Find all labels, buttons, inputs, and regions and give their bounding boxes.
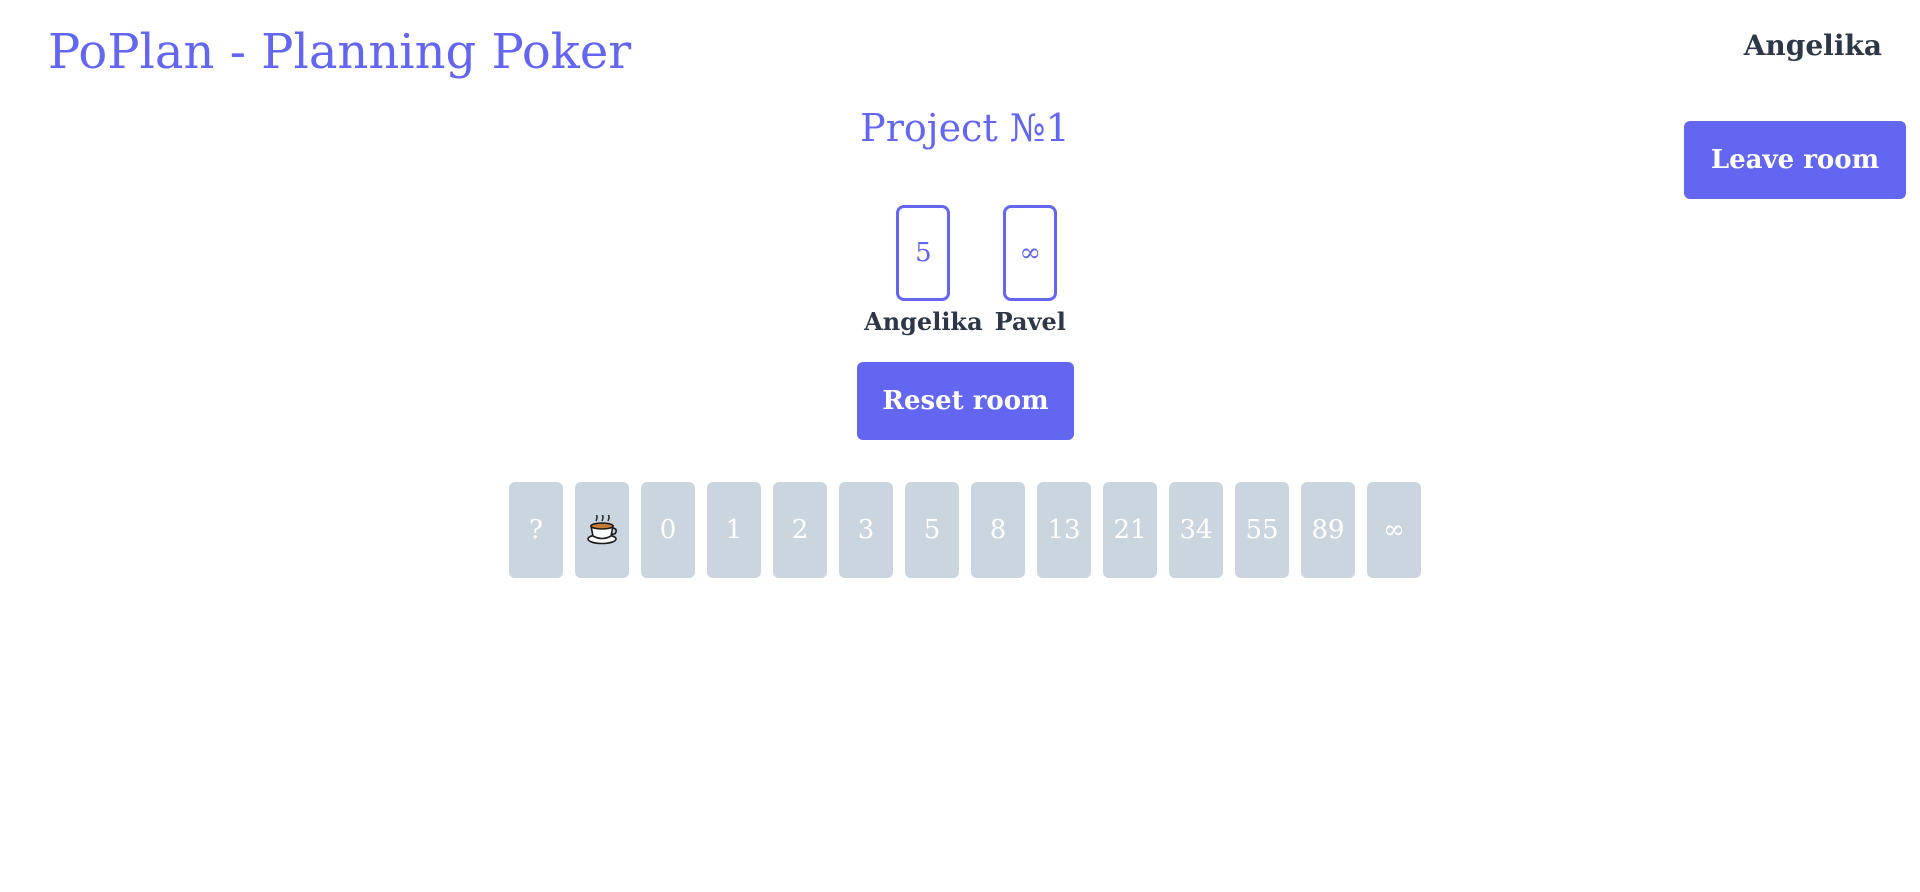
deck-card-infinity[interactable]: ∞ [1367,482,1421,578]
player-vote-card: 5 [896,205,951,301]
players-table: 5 Angelika ∞ Pavel [0,205,1920,337]
page: PoPlan - Planning Poker Angelika Leave r… [0,0,1920,892]
player-angelika: 5 Angelika [864,205,983,337]
deck-card-0[interactable]: 0 [641,482,695,578]
coffee-icon [587,515,617,545]
deck-card-55[interactable]: 55 [1235,482,1289,578]
deck-card-89[interactable]: 89 [1301,482,1355,578]
deck-card-3[interactable]: 3 [839,482,893,578]
deck-card-question[interactable]: ? [509,482,563,578]
deck-card-8[interactable]: 8 [971,482,1025,578]
player-name: Pavel [994,307,1066,336]
current-user-name: Angelika [1743,29,1882,62]
card-deck: ? 0 1 2 3 5 8 13 21 34 55 89 ∞ [0,482,1920,578]
deck-card-5[interactable]: 5 [905,482,959,578]
player-vote-card: ∞ [1003,205,1058,301]
deck-card-1[interactable]: 1 [707,482,761,578]
deck-card-34[interactable]: 34 [1169,482,1223,578]
player-name: Angelika [864,307,983,336]
project-title: Project №1 [860,106,1070,150]
deck-card-coffee[interactable] [575,482,629,578]
reset-room-button[interactable]: Reset room [857,362,1074,440]
deck-card-13[interactable]: 13 [1037,482,1091,578]
deck-card-21[interactable]: 21 [1103,482,1157,578]
player-pavel: ∞ Pavel [995,205,1066,337]
deck-card-2[interactable]: 2 [773,482,827,578]
app-title: PoPlan - Planning Poker [48,24,632,80]
